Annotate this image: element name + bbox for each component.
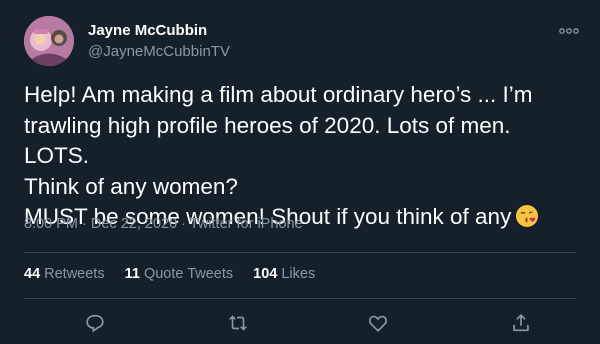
retweets-count: 44 <box>24 266 41 282</box>
retweet-icon[interactable] <box>227 312 251 336</box>
likes-label: Likes <box>281 266 316 282</box>
more-options-icon[interactable] <box>558 26 580 36</box>
author-name[interactable]: Jayne McCubbin <box>88 22 207 39</box>
tweet-body: Help! Am making a film about ordinary he… <box>24 82 533 229</box>
user-avatar-image <box>24 16 74 66</box>
quotes-count: 11 <box>124 266 140 282</box>
tweet-actions <box>24 312 576 336</box>
tweet-stats: 44 Retweets 11 Quote Tweets 104 Likes <box>24 266 315 282</box>
avatar[interactable] <box>24 16 74 66</box>
share-icon[interactable] <box>510 312 534 336</box>
likes-count: 104 <box>253 266 278 282</box>
tweet-header: Jayne McCubbin @JayneMcCubbinTV <box>24 14 580 70</box>
tweet-meta: 8:00 PM · Dec 22, 2020 · Twitter for iPh… <box>24 216 303 232</box>
like-icon[interactable] <box>367 312 391 336</box>
divider <box>24 298 576 299</box>
quotes-label: Quote Tweets <box>143 266 234 282</box>
retweets-stat[interactable]: 44 Retweets <box>24 266 105 282</box>
tweet-text: Help! Am making a film about ordinary he… <box>24 80 580 233</box>
retweets-label: Retweets <box>44 266 105 282</box>
reply-icon[interactable] <box>84 312 108 336</box>
author-handle[interactable]: @JayneMcCubbinTV <box>88 43 230 60</box>
divider <box>24 252 576 253</box>
quotes-stat[interactable]: 11 Quote Tweets <box>125 266 234 282</box>
face-blowing-a-kiss-emoji-icon <box>515 204 539 228</box>
likes-stat[interactable]: 104 Likes <box>253 266 315 282</box>
